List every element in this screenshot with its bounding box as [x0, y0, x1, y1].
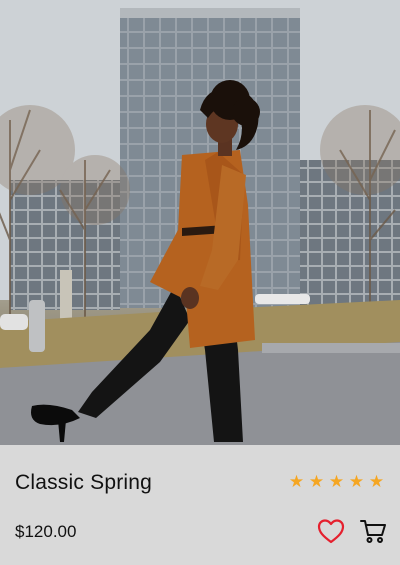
heart-outline-icon: [317, 519, 345, 544]
rating-stars: ★ ★ ★ ★ ★: [288, 473, 385, 490]
star-icon: ★: [348, 472, 365, 491]
product-info: Classic Spring ★ ★ ★ ★ ★ $120.00: [0, 445, 400, 565]
favorite-button[interactable]: [317, 517, 345, 545]
product-price: $120.00: [15, 522, 77, 541]
product-title[interactable]: Classic Spring: [15, 471, 152, 495]
add-to-cart-button[interactable]: [359, 517, 387, 545]
shopping-cart-icon: [360, 520, 386, 543]
star-icon: ★: [328, 472, 345, 491]
star-icon: ★: [308, 472, 325, 491]
product-card[interactable]: Classic Spring ★ ★ ★ ★ ★ $120.00: [0, 0, 400, 565]
star-icon: ★: [288, 472, 305, 491]
product-photo: [0, 0, 400, 445]
product-actions: [317, 517, 387, 545]
product-image[interactable]: [0, 0, 400, 445]
star-icon: ★: [368, 472, 385, 491]
